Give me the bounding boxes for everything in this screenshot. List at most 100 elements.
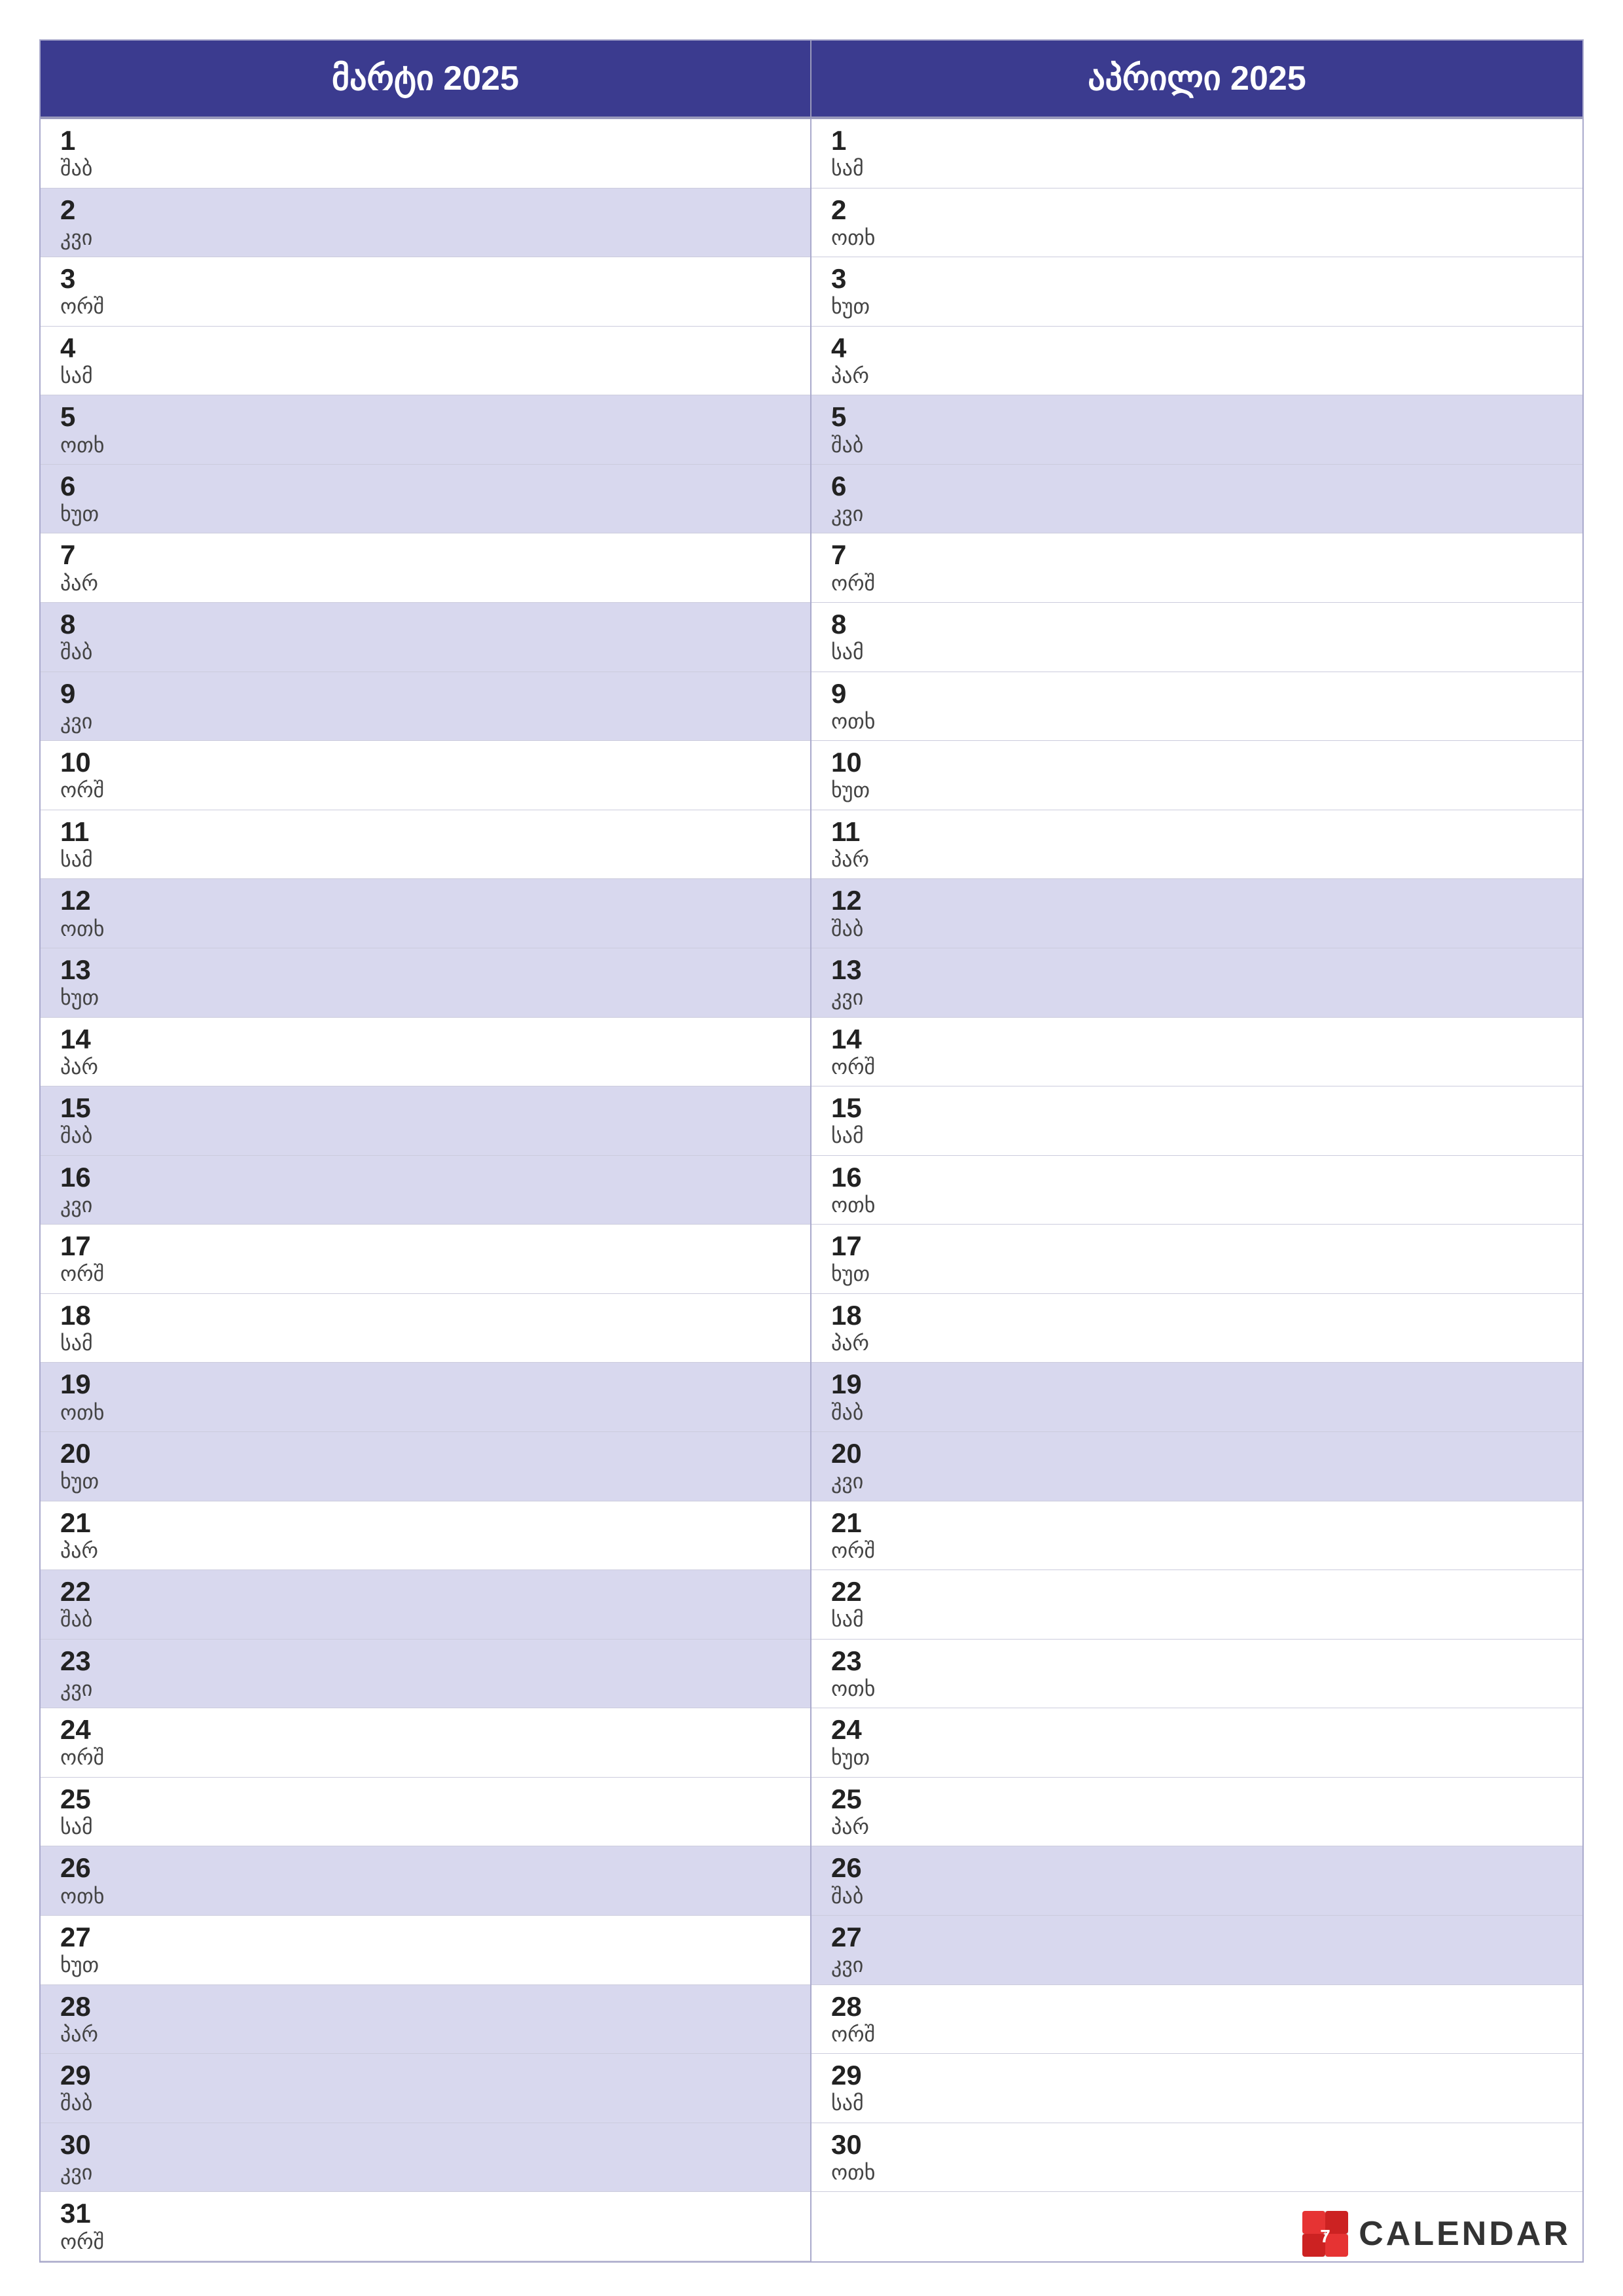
march-day-name-8: შაბ xyxy=(60,639,791,664)
march-day-number-17: 17 xyxy=(60,1231,791,1261)
april-header: აპრილი 2025 xyxy=(812,41,1582,118)
march-day-3: 3ორშ xyxy=(41,257,810,327)
march-day-10: 10ორშ xyxy=(41,741,810,810)
march-day-number-2: 2 xyxy=(60,195,791,225)
april-day-number-13: 13 xyxy=(831,955,1563,985)
april-day-name-16: ოთხ xyxy=(831,1193,1563,1217)
april-day-10: 10ხუთ xyxy=(812,741,1582,810)
march-day-number-28: 28 xyxy=(60,1992,791,2022)
april-day-number-10: 10 xyxy=(831,747,1563,778)
april-day-name-2: ოთხ xyxy=(831,225,1563,250)
march-day-name-14: პარ xyxy=(60,1054,791,1079)
april-day-number-7: 7 xyxy=(831,540,1563,570)
march-day-number-10: 10 xyxy=(60,747,791,778)
march-day-number-19: 19 xyxy=(60,1369,791,1399)
march-day-number-3: 3 xyxy=(60,264,791,294)
march-day-number-22: 22 xyxy=(60,1577,791,1607)
april-day-number-20: 20 xyxy=(831,1439,1563,1469)
april-day-name-15: სამ xyxy=(831,1123,1563,1148)
april-day-name-30: ოთხ xyxy=(831,2160,1563,2185)
april-day-21: 21ორშ xyxy=(812,1501,1582,1571)
march-day-name-23: კვი xyxy=(60,1676,791,1701)
march-day-22: 22შაბ xyxy=(41,1570,810,1640)
april-day-number-9: 9 xyxy=(831,679,1563,709)
march-day-number-15: 15 xyxy=(60,1093,791,1123)
march-day-12: 12ოთხ xyxy=(41,879,810,948)
march-day-name-22: შაბ xyxy=(60,1607,791,1632)
april-day-number-2: 2 xyxy=(831,195,1563,225)
page: მარტი 2025 აპრილი 2025 1შაბ2კვი3ორშ4სამ5… xyxy=(0,0,1623,2296)
march-day-name-15: შაბ xyxy=(60,1123,791,1148)
april-day-20: 20კვი xyxy=(812,1432,1582,1501)
calendar-wrapper: მარტი 2025 აპრილი 2025 1შაბ2კვი3ორშ4სამ5… xyxy=(39,39,1584,2263)
april-day-number-6: 6 xyxy=(831,471,1563,501)
march-day-number-13: 13 xyxy=(60,955,791,985)
april-day-name-3: ხუთ xyxy=(831,294,1563,319)
april-day-29: 29სამ xyxy=(812,2054,1582,2123)
march-day-name-2: კვი xyxy=(60,225,791,250)
april-day-15: 15სამ xyxy=(812,1086,1582,1156)
march-day-19: 19ოთხ xyxy=(41,1363,810,1432)
april-day-25: 25პარ xyxy=(812,1778,1582,1847)
april-day-name-8: სამ xyxy=(831,639,1563,664)
april-day-1: 1სამ xyxy=(812,119,1582,188)
april-day-name-23: ოთხ xyxy=(831,1676,1563,1701)
march-day-number-12: 12 xyxy=(60,886,791,916)
april-day-5: 5შაბ xyxy=(812,395,1582,465)
march-day-17: 17ორშ xyxy=(41,1225,810,1294)
march-day-2: 2კვი xyxy=(41,188,810,258)
march-day-name-7: პარ xyxy=(60,571,791,596)
march-day-name-30: კვი xyxy=(60,2160,791,2185)
april-day-name-27: კვი xyxy=(831,1952,1563,1977)
march-day-name-4: სამ xyxy=(60,363,791,388)
march-day-name-6: ხუთ xyxy=(60,501,791,526)
march-day-name-29: შაბ xyxy=(60,2090,791,2115)
march-day-4: 4სამ xyxy=(41,327,810,396)
march-day-number-30: 30 xyxy=(60,2130,791,2160)
march-day-31: 31ორშ xyxy=(41,2192,810,2261)
march-day-name-19: ოთხ xyxy=(60,1400,791,1425)
april-day-8: 8სამ xyxy=(812,603,1582,672)
march-day-name-26: ოთხ xyxy=(60,1884,791,1909)
april-day-number-12: 12 xyxy=(831,886,1563,916)
april-day-name-26: შაბ xyxy=(831,1884,1563,1909)
march-column: 1შაბ2კვი3ორშ4სამ5ოთხ6ხუთ7პარ8შაბ9კვი10ორ… xyxy=(41,119,812,2261)
march-day-number-18: 18 xyxy=(60,1300,791,1331)
march-day-20: 20ხუთ xyxy=(41,1432,810,1501)
april-day-name-12: შაბ xyxy=(831,916,1563,941)
march-day-number-29: 29 xyxy=(60,2060,791,2090)
march-day-number-21: 21 xyxy=(60,1508,791,1538)
svg-text:7: 7 xyxy=(1320,2226,1330,2246)
calendar-logo-icon: 7 xyxy=(1302,2211,1348,2257)
march-day-number-16: 16 xyxy=(60,1162,791,1193)
april-day-name-21: ორშ xyxy=(831,1538,1563,1563)
logo-area: 7 CALENDAR xyxy=(1302,2211,1571,2257)
march-day-9: 9კვი xyxy=(41,672,810,742)
march-day-27: 27ხუთ xyxy=(41,1916,810,1985)
march-day-1: 1შაბ xyxy=(41,119,810,188)
april-day-number-3: 3 xyxy=(831,264,1563,294)
april-day-name-22: სამ xyxy=(831,1607,1563,1632)
march-day-number-20: 20 xyxy=(60,1439,791,1469)
march-day-name-17: ორშ xyxy=(60,1261,791,1286)
april-day-name-11: პარ xyxy=(831,847,1563,872)
march-day-29: 29შაბ xyxy=(41,2054,810,2123)
april-day-27: 27კვი xyxy=(812,1916,1582,1985)
march-day-23: 23კვი xyxy=(41,1640,810,1709)
march-day-11: 11სამ xyxy=(41,810,810,880)
march-day-number-8: 8 xyxy=(60,609,791,639)
april-day-number-16: 16 xyxy=(831,1162,1563,1193)
march-day-number-23: 23 xyxy=(60,1646,791,1676)
march-day-name-31: ორშ xyxy=(60,2229,791,2254)
april-day-number-24: 24 xyxy=(831,1715,1563,1745)
april-day-19: 19შაბ xyxy=(812,1363,1582,1432)
april-day-name-7: ორშ xyxy=(831,571,1563,596)
april-day-name-24: ხუთ xyxy=(831,1745,1563,1770)
march-day-21: 21პარ xyxy=(41,1501,810,1571)
march-header: მარტი 2025 xyxy=(41,41,812,118)
march-day-name-1: შაბ xyxy=(60,156,791,181)
header-row: მარტი 2025 აპრილი 2025 xyxy=(41,41,1582,119)
march-day-name-3: ორშ xyxy=(60,294,791,319)
march-day-number-11: 11 xyxy=(60,817,791,847)
april-day-name-17: ხუთ xyxy=(831,1261,1563,1286)
